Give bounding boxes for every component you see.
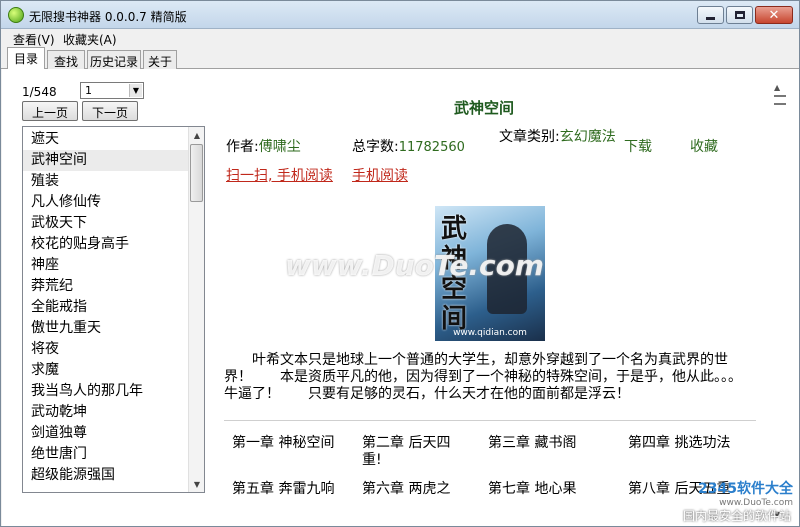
page-select[interactable]: 1 ▼ bbox=[80, 82, 144, 99]
book-list-item[interactable]: 校花的贴身高手 bbox=[23, 234, 189, 255]
favorite-link[interactable]: 收藏 bbox=[690, 136, 718, 156]
scroll-thumb[interactable] bbox=[190, 144, 203, 202]
category-label: 文章类别: bbox=[499, 129, 560, 145]
tab-history[interactable]: 历史记录 bbox=[87, 50, 141, 69]
chapter-link[interactable]: 第三章 藏书阁 bbox=[488, 435, 614, 452]
window-controls: ✕ bbox=[697, 6, 793, 24]
author-value: 傅啸尘 bbox=[258, 139, 301, 155]
tab-catalog[interactable]: 目录 bbox=[7, 47, 45, 70]
category-info: 文章类别:玄幻魔法 bbox=[499, 129, 617, 146]
menu-view[interactable]: 查看(V) bbox=[13, 31, 55, 48]
maximize-button[interactable] bbox=[726, 6, 753, 24]
book-title: 武神空间 bbox=[454, 99, 515, 117]
scroll-down-icon[interactable]: ▼ bbox=[189, 476, 204, 492]
window-title: 无限搜书神器 0.0.0.7 精简版 bbox=[29, 10, 187, 24]
maximize-icon bbox=[734, 11, 745, 19]
book-list: 遮天 武神空间 殖装 凡人修仙传 武极天下 校花的贴身高手 神座 莽荒纪 全能戒指 傲世九重天 将夜… bbox=[22, 126, 205, 493]
watermark: www.DuoTe.com bbox=[285, 249, 544, 282]
minimize-button[interactable] bbox=[697, 6, 724, 24]
book-list-item[interactable]: 遮天 bbox=[23, 129, 189, 150]
catalog-panel: 1/548 1 ▼ 上一页 下一页 遮天 武神空间 殖装 凡人修仙传 武极天下 校花的贴身… bbox=[2, 69, 799, 526]
app-icon bbox=[8, 7, 24, 23]
chevron-down-icon: ▼ bbox=[129, 84, 142, 97]
corner-brand: 2345软件大全 bbox=[698, 481, 793, 497]
scroll-up-icon[interactable]: ▲ bbox=[189, 127, 204, 143]
page-select-value: 1 bbox=[85, 84, 92, 97]
scan-read-link[interactable]: 扫一扫, 手机阅读 bbox=[226, 165, 333, 185]
close-button[interactable]: ✕ bbox=[755, 6, 793, 24]
author-label: 作者: bbox=[226, 139, 259, 155]
scroll-grip-icon bbox=[774, 95, 786, 105]
page-indicator: 1/548 bbox=[22, 85, 57, 99]
book-list-item[interactable]: 超级能源强国 bbox=[23, 465, 189, 486]
book-list-items: 遮天 武神空间 殖装 凡人修仙传 武极天下 校花的贴身高手 神座 莽荒纪 全能戒指 傲世九重天 将夜… bbox=[23, 129, 189, 486]
word-count-value: 11782560 bbox=[398, 140, 465, 155]
book-list-item[interactable]: 求魔 bbox=[23, 360, 189, 381]
book-list-item[interactable]: 莽荒纪 bbox=[23, 276, 189, 297]
book-list-scrollbar[interactable]: ▲ ▼ bbox=[188, 127, 204, 492]
chapter-link[interactable]: 第二章 后天四重! bbox=[362, 435, 462, 469]
chapter-link[interactable]: 第一章 神秘空间 bbox=[232, 435, 358, 452]
detail-scrollbar[interactable]: ▲ ▼ bbox=[773, 83, 787, 519]
chapter-link[interactable]: 第四章 挑选功法 bbox=[628, 435, 754, 452]
divider bbox=[224, 420, 756, 421]
tab-about[interactable]: 关于 bbox=[143, 50, 177, 69]
chapter-link[interactable]: 第六章 两虎之 bbox=[362, 481, 462, 498]
menu-favorites[interactable]: 收藏夹(A) bbox=[63, 31, 117, 48]
chapter-link[interactable]: 第五章 奔雷九响 bbox=[232, 481, 358, 498]
category-value: 玄幻魔法 bbox=[559, 129, 616, 145]
download-link[interactable]: 下载 bbox=[624, 136, 652, 156]
book-list-item[interactable]: 全能戒指 bbox=[23, 297, 189, 318]
book-list-item[interactable]: 凡人修仙传 bbox=[23, 192, 189, 213]
book-list-item[interactable]: 绝世唐门 bbox=[23, 444, 189, 465]
book-list-item[interactable]: 将夜 bbox=[23, 339, 189, 360]
book-list-item[interactable]: 武动乾坤 bbox=[23, 402, 189, 423]
next-page-button[interactable]: 下一页 bbox=[82, 101, 138, 121]
minimize-icon bbox=[706, 16, 715, 20]
prev-page-button[interactable]: 上一页 bbox=[22, 101, 78, 121]
mobile-read-link[interactable]: 手机阅读 bbox=[352, 165, 408, 185]
tab-search[interactable]: 查找 bbox=[47, 50, 85, 69]
book-list-item[interactable]: 剑道独尊 bbox=[23, 423, 189, 444]
corner-logo: 2345软件大全 www.DuoTe.com bbox=[698, 478, 793, 508]
cover-site: www.qidian.com bbox=[453, 328, 527, 338]
tab-bar: 目录 查找 历史记录 关于 bbox=[1, 47, 799, 70]
word-count-info: 总字数:11782560 bbox=[352, 136, 465, 156]
corner-slogan: 国内最安全的软件站 bbox=[682, 509, 791, 523]
close-icon: ✕ bbox=[768, 7, 780, 23]
book-list-item[interactable]: 武神空间 bbox=[23, 150, 189, 171]
book-list-item[interactable]: 神座 bbox=[23, 255, 189, 276]
book-list-item[interactable]: 殖装 bbox=[23, 171, 189, 192]
author-info: 作者:傅啸尘 bbox=[226, 136, 301, 156]
menu-bar: 查看(V) 收藏夹(A) bbox=[1, 29, 799, 47]
word-count-label: 总字数: bbox=[352, 139, 399, 155]
book-list-item[interactable]: 傲世九重天 bbox=[23, 318, 189, 339]
book-list-item[interactable]: 我当鸟人的那几年 bbox=[23, 381, 189, 402]
title-bar: 无限搜书神器 0.0.0.7 精简版 ✕ bbox=[1, 1, 799, 29]
book-list-item[interactable]: 武极天下 bbox=[23, 213, 189, 234]
scroll-up-icon[interactable]: ▲ bbox=[774, 83, 780, 92]
app-window: 无限搜书神器 0.0.0.7 精简版 ✕ 查看(V) 收藏夹(A) 目录 查找 … bbox=[0, 0, 800, 527]
book-description: 叶希文本只是地球上一个普通的大学生，却意外穿越到了一个名为真武界的世界！ 本是资… bbox=[224, 352, 742, 402]
chapter-link[interactable]: 第七章 地心果 bbox=[488, 481, 614, 498]
